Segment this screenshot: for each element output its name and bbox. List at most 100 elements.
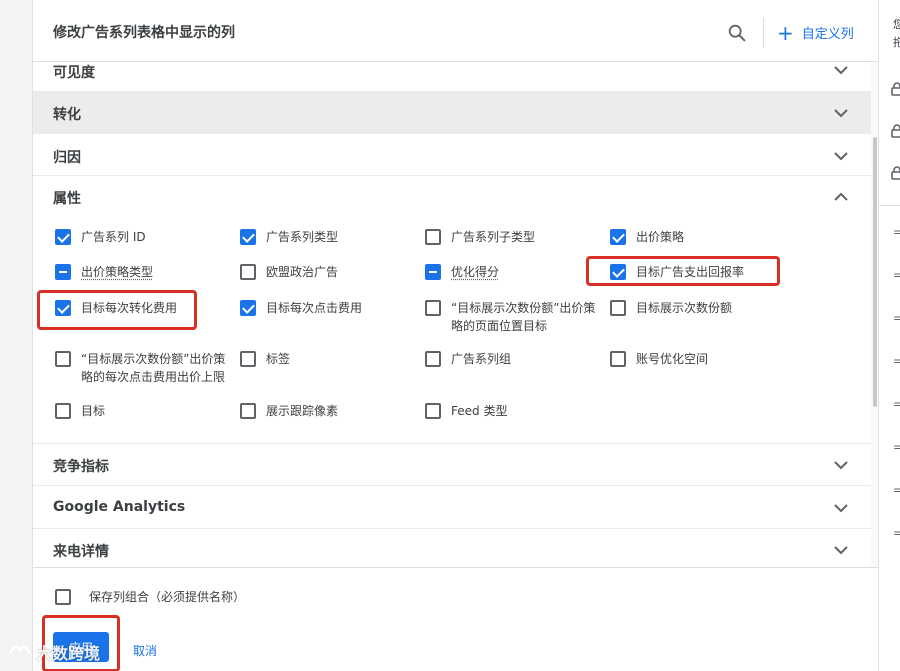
checkbox-checked[interactable] [610, 229, 626, 245]
checkbox-checked[interactable] [240, 229, 256, 245]
panel-header: 修改广告系列表格中显示的列 + 自定义列 [33, 0, 879, 62]
checkbox-label: 目标每次点击费用 [266, 299, 362, 317]
section-attribution[interactable]: 归因 [33, 134, 871, 176]
checkbox-unchecked[interactable] [240, 264, 256, 280]
section-label: 转化 [53, 104, 81, 124]
checkbox-item[interactable]: 广告系列子类型 [425, 228, 595, 246]
checkbox-item[interactable]: “目标展示次数份额”出价策略的每次点击费用出价上限 [55, 350, 235, 386]
checkbox-unchecked[interactable] [425, 403, 441, 419]
section-attributes[interactable]: 属性 [33, 176, 871, 218]
header-divider [763, 18, 764, 48]
checkbox-item[interactable]: 目标 [55, 402, 225, 420]
checkbox-item[interactable]: 账号优化空间 [610, 350, 780, 368]
checkbox-checked[interactable] [55, 229, 71, 245]
chevron-down-icon[interactable] [833, 460, 849, 470]
checkbox-unchecked[interactable] [55, 351, 71, 367]
checkbox-label: “目标展示次数份额”出价策略的每次点击费用出价上限 [81, 350, 235, 386]
checkbox-item[interactable]: 出价策略类型 [55, 263, 225, 281]
panel-footer: 保存列组合（必须提供名称） 应用 取消 [33, 567, 879, 671]
highlight-box [37, 290, 197, 330]
checkbox-item[interactable]: 目标展示次数份额 [610, 299, 780, 317]
search-icon[interactable] [726, 22, 748, 44]
checkbox-partial[interactable] [55, 264, 71, 280]
checkbox-label: 标签 [266, 350, 290, 368]
watermark-text: 大数跨境 [36, 640, 100, 664]
chevron-down-icon[interactable] [833, 503, 849, 513]
watermark: 大数跨境 [8, 640, 100, 664]
custom-columns-button[interactable]: + 自定义列 [777, 23, 854, 42]
save-combination-label: 保存列组合（必须提供名称） [89, 588, 245, 605]
checkbox-item[interactable]: 标签 [240, 350, 410, 368]
checkbox-label: 目标展示次数份额 [636, 299, 732, 317]
checkbox-item[interactable]: 欧盟政治广告 [240, 263, 410, 281]
custom-columns-label: 自定义列 [802, 23, 854, 42]
checkbox-item[interactable]: 广告系列组 [425, 350, 595, 368]
attributes-checkbox-grid: 广告系列 ID 广告系列类型 广告系列子类型 出价策略 出价策略类型 欧盟政治广… [33, 218, 871, 444]
checkbox-unchecked[interactable] [240, 403, 256, 419]
checkbox-unchecked[interactable] [425, 300, 441, 316]
section-competitive-metrics[interactable]: 竞争指标 [33, 444, 871, 486]
right-panel-text: 您 [893, 16, 900, 32]
checkbox-checked[interactable] [240, 300, 256, 316]
checkbox-item[interactable]: 展示跟踪像素 [240, 402, 410, 420]
drag-handle-icon[interactable]: = [893, 526, 900, 540]
chevron-down-icon[interactable] [833, 151, 849, 161]
checkbox-unchecked[interactable] [610, 300, 626, 316]
section-label: 竞争指标 [53, 456, 109, 476]
checkbox-label: 出价策略 [636, 228, 684, 246]
drag-handle-icon[interactable]: = [893, 354, 900, 368]
panel-title: 修改广告系列表格中显示的列 [53, 22, 235, 42]
checkbox-label: 目标 [81, 402, 105, 420]
drag-handle-icon[interactable]: = [893, 483, 900, 497]
chevron-down-icon[interactable] [833, 545, 849, 555]
section-conversions[interactable]: 转化 [33, 92, 871, 134]
checkbox-unchecked[interactable] [240, 351, 256, 367]
drag-handle-icon[interactable]: = [893, 311, 900, 325]
section-label: 来电详情 [53, 541, 109, 561]
selected-columns-panel: 您 拖 = = = = = = = = [878, 0, 900, 671]
cancel-button[interactable]: 取消 [133, 642, 157, 659]
checkbox-item[interactable]: Feed 类型 [425, 402, 595, 420]
section-google-analytics[interactable]: Google Analytics [33, 486, 871, 529]
section-visibility[interactable]: 可见度 [33, 62, 871, 92]
section-label: 属性 [53, 188, 81, 208]
checkbox-item[interactable]: “目标展示次数份额”出价策略的页面位置目标 [425, 299, 603, 335]
chevron-down-icon[interactable] [833, 65, 849, 75]
section-label: 可见度 [53, 62, 95, 82]
drag-handle-icon[interactable]: = [893, 440, 900, 454]
left-gutter [0, 0, 32, 671]
checkbox-label: 广告系列 ID [81, 228, 146, 246]
drag-handle-icon[interactable]: = [893, 268, 900, 282]
lock-icon [891, 82, 900, 96]
checkbox-item[interactable]: 广告系列类型 [240, 228, 410, 246]
plus-icon: + [777, 25, 794, 41]
checkbox-unchecked[interactable] [55, 589, 71, 605]
checkbox-label: 广告系列子类型 [451, 228, 535, 246]
drag-handle-icon[interactable]: = [893, 397, 900, 411]
checkbox-item[interactable]: 广告系列 ID [55, 228, 225, 246]
checkbox-unchecked[interactable] [425, 351, 441, 367]
watermark-logo-icon [8, 642, 32, 662]
checkbox-label: 欧盟政治广告 [266, 263, 338, 281]
right-panel-divider [879, 205, 900, 206]
checkbox-unchecked[interactable] [55, 403, 71, 419]
drag-handle-icon[interactable]: = [893, 225, 900, 239]
chevron-up-icon[interactable] [833, 192, 849, 202]
checkbox-unchecked[interactable] [610, 351, 626, 367]
scrollbar-thumb[interactable] [873, 137, 877, 407]
checkbox-label: 账号优化空间 [636, 350, 708, 368]
lock-icon [891, 124, 900, 138]
checkbox-label: Feed 类型 [451, 402, 507, 420]
checkbox-label: “目标展示次数份额”出价策略的页面位置目标 [451, 299, 603, 335]
checkbox-partial[interactable] [425, 264, 441, 280]
checkbox-item[interactable]: 目标每次点击费用 [240, 299, 410, 317]
checkbox-unchecked[interactable] [425, 229, 441, 245]
checkbox-label: 广告系列类型 [266, 228, 338, 246]
checkbox-item[interactable]: 出价策略 [610, 228, 780, 246]
chevron-down-icon[interactable] [833, 108, 849, 118]
checkbox-label: 优化得分 [451, 263, 499, 281]
right-panel-text: 拖 [893, 34, 900, 50]
save-combination-option[interactable]: 保存列组合（必须提供名称） [55, 588, 245, 605]
checkbox-item[interactable]: 优化得分 [425, 263, 595, 281]
section-call-details[interactable]: 来电详情 [33, 529, 871, 567]
